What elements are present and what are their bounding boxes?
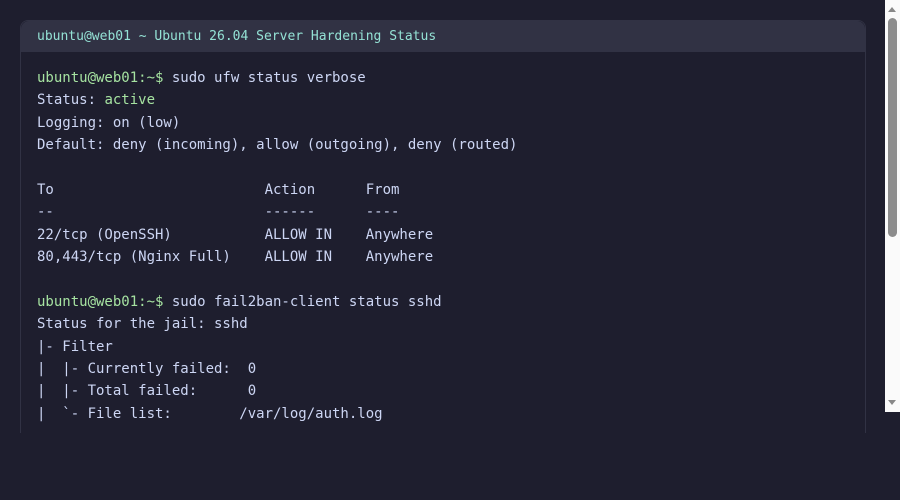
ufw-logging: Logging: on (low) (37, 114, 181, 131)
prompt: ubuntu@web01:~$ (37, 293, 172, 310)
terminal-window: ubuntu@web01 ~ Ubuntu 26.04 Server Harde… (20, 20, 866, 434)
ufw-status: Status: active (37, 89, 849, 111)
command-line: ubuntu@web01:~$ sudo ufw status verbose (37, 67, 849, 89)
ufw-default: Default: deny (incoming), allow (outgoin… (37, 137, 518, 154)
fail2ban-line: | |- Currently failed: 0 (37, 361, 257, 378)
ufw-table-row: 22/tcp (OpenSSH) ALLOW IN Anywhere (37, 226, 434, 243)
ufw-table-separator: -- ------ ---- (37, 204, 400, 221)
prompt: ubuntu@web01:~$ (37, 70, 172, 86)
fail2ban-line: | |- Total failed: 0 (37, 383, 257, 400)
terminal-title: ubuntu@web01 ~ Ubuntu 26.04 Server Harde… (21, 21, 865, 52)
page-viewport: ubuntu@web01 ~ Ubuntu 26.04 Server Harde… (0, 0, 885, 434)
ufw-table-header: To Action From (37, 181, 400, 198)
status-label: Status: (37, 92, 105, 109)
scroll-down-arrow-icon[interactable] (888, 400, 896, 405)
vertical-scrollbar[interactable] (885, 0, 900, 412)
status-value: active (104, 92, 156, 109)
fail2ban-line: |- Filter (37, 338, 113, 355)
terminal-output: ubuntu@web01:~$ sudo ufw status verbose … (21, 52, 865, 433)
ufw-table-row: 80,443/tcp (Nginx Full) ALLOW IN Anywher… (37, 249, 434, 266)
command-line: ubuntu@web01:~$ sudo fail2ban-client sta… (37, 291, 849, 313)
fail2ban-line: | `- File list: /var/log/auth.log (37, 405, 383, 422)
command: sudo ufw status verbose (171, 70, 366, 86)
fail2ban-line: Status for the jail: sshd (37, 316, 248, 333)
command: sudo fail2ban-client status sshd (171, 293, 442, 310)
scroll-up-arrow-icon[interactable] (888, 7, 896, 12)
scrollbar-thumb[interactable] (888, 18, 897, 237)
